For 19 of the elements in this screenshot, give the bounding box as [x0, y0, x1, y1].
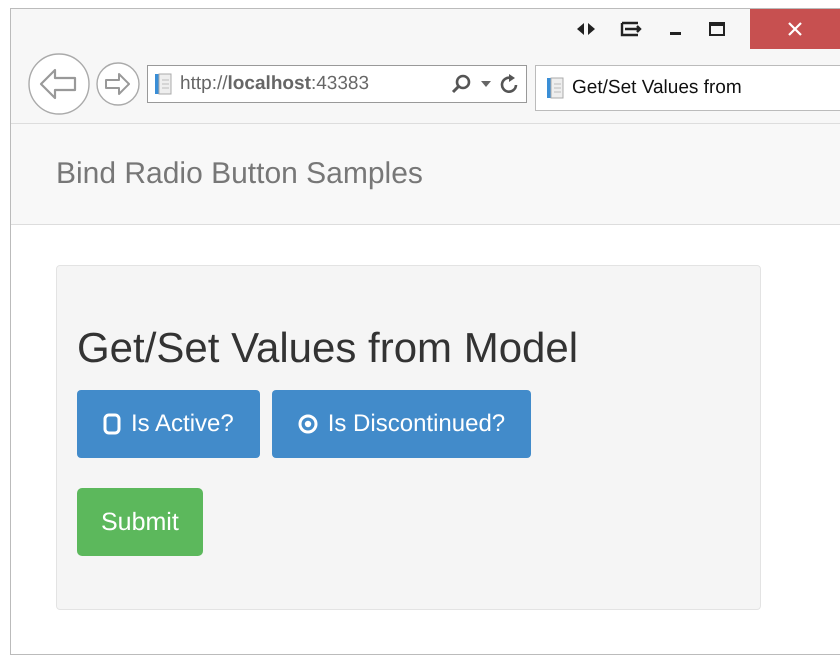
- refresh-icon[interactable]: [500, 73, 520, 95]
- window-arrow-icon[interactable]: [620, 21, 644, 37]
- radio-button[interactable]: Is Discontinued?: [272, 390, 532, 458]
- page-icon: [546, 77, 564, 99]
- url-text: http://localhost:43383: [180, 73, 370, 95]
- page-icon: [154, 73, 172, 95]
- navbar-brand[interactable]: Bind Radio Button Samples: [56, 157, 423, 191]
- back-button[interactable]: [27, 52, 91, 116]
- address-bar[interactable]: http://localhost:43383: [147, 65, 527, 103]
- radio-button[interactable]: Is Active?: [77, 390, 260, 458]
- panel-heading: Get/Set Values from Model: [77, 324, 580, 372]
- close-icon: [787, 21, 803, 37]
- search-icon[interactable]: [450, 73, 472, 95]
- maximize-icon[interactable]: [708, 21, 726, 37]
- forward-button[interactable]: [95, 61, 141, 107]
- browser-tab[interactable]: Get/Set Values from: [535, 65, 840, 111]
- caret-icon[interactable]: [480, 80, 492, 88]
- submit-button[interactable]: Submit: [77, 488, 203, 556]
- split-arrows-icon[interactable]: [576, 22, 596, 36]
